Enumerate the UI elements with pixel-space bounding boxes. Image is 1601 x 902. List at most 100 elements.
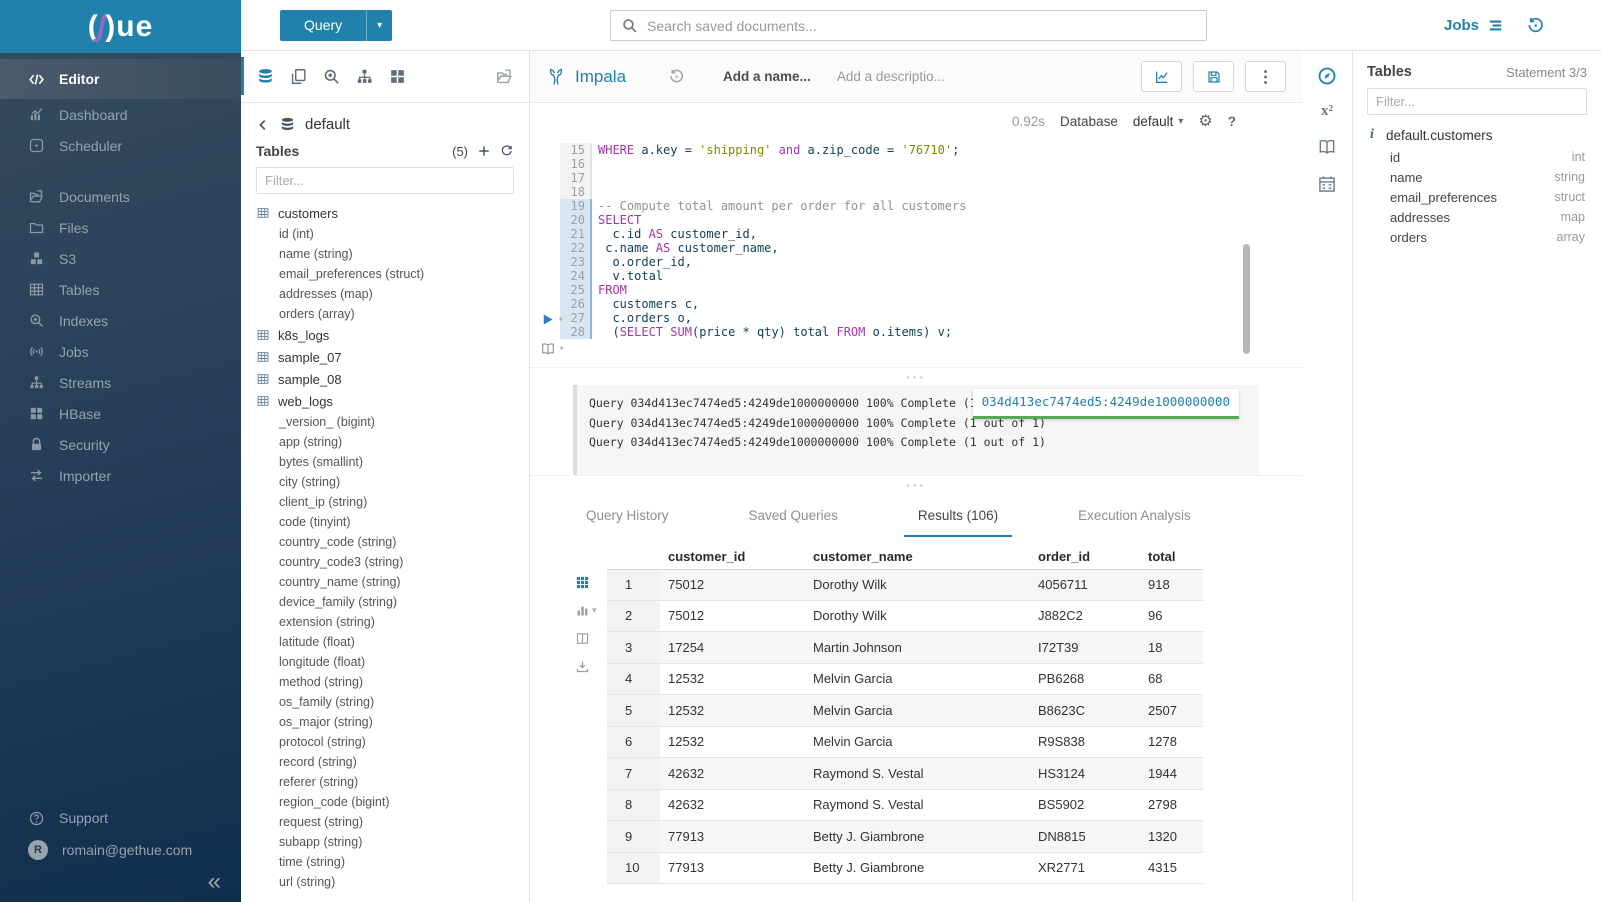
active-table-row[interactable]: i default.customers: [1353, 115, 1601, 147]
assist-column[interactable]: id (int): [256, 224, 529, 244]
hue-logo[interactable]: (ʃ)ue: [0, 0, 241, 53]
results-header-order-id[interactable]: order_id: [1030, 549, 1140, 564]
sidebar-item-user[interactable]: R romain@gethue.com: [0, 834, 241, 866]
more-actions-button[interactable]: ⋮: [1245, 61, 1286, 92]
assist-column[interactable]: device_family (string): [256, 592, 529, 612]
sidebar-item-dashboard[interactable]: Dashboard: [0, 99, 241, 130]
jobs-link[interactable]: Jobs: [1444, 17, 1504, 34]
pane-resize-handle[interactable]: ···: [530, 475, 1302, 493]
functions-icon[interactable]: x²: [1321, 103, 1333, 120]
assist-column[interactable]: country_code3 (string): [256, 552, 529, 572]
refresh-icon[interactable]: [500, 144, 514, 158]
table-row[interactable]: 175012Dorothy Wilk4056711918: [607, 569, 1203, 601]
sidebar-item-documents[interactable]: Documents: [0, 181, 241, 212]
sidebar-item-jobs[interactable]: Jobs: [0, 336, 241, 367]
tab-saved-queries[interactable]: Saved Queries: [735, 496, 852, 537]
sidebar-item-support[interactable]: Support: [0, 802, 241, 834]
compass-icon[interactable]: [1317, 66, 1337, 86]
assist-column[interactable]: city (string): [256, 472, 529, 492]
columns-icon[interactable]: [575, 631, 590, 646]
save-button[interactable]: [1193, 61, 1234, 92]
snippet-history-icon[interactable]: [668, 68, 685, 85]
right-column-email-preferences[interactable]: email_preferencesstruct: [1353, 187, 1601, 207]
sidebar-item-importer[interactable]: Importer: [0, 460, 241, 491]
squares-icon[interactable]: [388, 67, 407, 86]
assist-column[interactable]: region_code (bigint): [256, 792, 529, 812]
tab-results-106-[interactable]: Results (106): [904, 496, 1012, 537]
assist-column[interactable]: _version_ (bigint): [256, 412, 529, 432]
table-row[interactable]: 275012Dorothy WilkJ882C296: [607, 601, 1203, 633]
results-header-total[interactable]: total: [1140, 549, 1203, 564]
execute-button[interactable]: ▾: [540, 312, 563, 327]
assist-column[interactable]: email_preferences (struct): [256, 264, 529, 284]
history-icon[interactable]: [1526, 16, 1545, 35]
table-row[interactable]: 1077913Betty J. GiambroneXR27714315: [607, 853, 1203, 885]
calendar-icon[interactable]: [1317, 174, 1337, 194]
right-column-id[interactable]: idint: [1353, 147, 1601, 167]
search-plus-icon[interactable]: [322, 67, 341, 86]
tab-query-history[interactable]: Query History: [572, 496, 683, 537]
sidebar-collapse-icon[interactable]: «: [208, 868, 221, 896]
editor-scrollbar[interactable]: [1243, 244, 1250, 354]
sitemap-icon[interactable]: [355, 67, 374, 86]
query-name-field[interactable]: Add a name...: [723, 69, 811, 84]
query-button-label[interactable]: Query: [280, 10, 366, 41]
table-row[interactable]: 512532Melvin GarciaB8623C2507: [607, 695, 1203, 727]
sidebar-item-hbase[interactable]: HBase: [0, 398, 241, 429]
assist-column[interactable]: method (string): [256, 672, 529, 692]
assist-column[interactable]: subapp (string): [256, 832, 529, 852]
table-row[interactable]: 412532Melvin GarciaPB626868: [607, 664, 1203, 696]
right-column-addresses[interactable]: addressesmap: [1353, 207, 1601, 227]
sidebar-item-scheduler[interactable]: Scheduler: [0, 130, 241, 161]
assist-column[interactable]: app (string): [256, 432, 529, 452]
table-row[interactable]: 977913Betty J. GiambroneDN88151320: [607, 821, 1203, 853]
assist-column[interactable]: code (tinyint): [256, 512, 529, 532]
assist-column[interactable]: addresses (map): [256, 284, 529, 304]
new-query-button[interactable]: Query ▾: [280, 10, 392, 41]
sql-editor[interactable]: ▾ ▾ 15WHERE a.key = 'shipping' and a.zip…: [530, 139, 1302, 367]
chart-button[interactable]: [1141, 61, 1182, 92]
assist-column[interactable]: latitude (float): [256, 632, 529, 652]
tab-execution-analysis[interactable]: Execution Analysis: [1064, 496, 1205, 537]
right-filter-input[interactable]: [1376, 94, 1578, 109]
sidebar-item-tables[interactable]: Tables: [0, 274, 241, 305]
documents-copy-icon[interactable]: [289, 67, 308, 86]
database-name[interactable]: default: [305, 116, 350, 133]
right-column-orders[interactable]: ordersarray: [1353, 227, 1601, 247]
assist-column[interactable]: request (string): [256, 812, 529, 832]
chart-view-button[interactable]: ▾: [575, 603, 597, 618]
assist-table-sample-07[interactable]: sample_07: [256, 346, 529, 368]
databases-icon[interactable]: [256, 67, 275, 86]
settings-gear-icon[interactable]: ⚙: [1198, 111, 1212, 131]
assist-table-sample-08[interactable]: sample_08: [256, 368, 529, 390]
results-header-customer-id[interactable]: customer_id: [660, 549, 805, 564]
assist-column[interactable]: bytes (smallint): [256, 452, 529, 472]
explain-book-button[interactable]: ▾: [540, 341, 564, 357]
right-column-name[interactable]: namestring: [1353, 167, 1601, 187]
assist-column[interactable]: orders (array): [256, 304, 529, 324]
table-row[interactable]: 317254Martin JohnsonI72T3918: [607, 632, 1203, 664]
assist-filter-input[interactable]: [265, 173, 505, 188]
help-icon[interactable]: ?: [1228, 114, 1236, 129]
table-row[interactable]: 612532Melvin GarciaR9S8381278: [607, 727, 1203, 759]
assist-column[interactable]: time (string): [256, 852, 529, 872]
sidebar-item-indexes[interactable]: Indexes: [0, 305, 241, 336]
table-row[interactable]: 742632Raymond S. VestalHS31241944: [607, 758, 1203, 790]
assist-column[interactable]: os_major (string): [256, 712, 529, 732]
sidebar-item-security[interactable]: Security: [0, 429, 241, 460]
assist-table-k8s-logs[interactable]: k8s_logs: [256, 324, 529, 346]
sidebar-item-s3[interactable]: S3: [0, 243, 241, 274]
add-table-icon[interactable]: [477, 144, 491, 158]
assist-column[interactable]: country_code (string): [256, 532, 529, 552]
back-chevron-icon[interactable]: [256, 118, 270, 132]
sidebar-item-files[interactable]: Files: [0, 212, 241, 243]
assist-table-web-logs[interactable]: web_logs: [256, 390, 529, 412]
folder-doc-icon[interactable]: [495, 67, 514, 86]
grid-view-icon[interactable]: [575, 575, 590, 590]
assist-column[interactable]: protocol (string): [256, 732, 529, 752]
assist-column[interactable]: url (string): [256, 872, 529, 892]
pane-resize-handle[interactable]: ···: [530, 367, 1302, 385]
search-input[interactable]: [647, 18, 1196, 34]
assist-table-customers[interactable]: customers: [256, 202, 529, 224]
query-id-popover[interactable]: 034d413ec7474ed5:4249de1000000000: [973, 389, 1239, 419]
